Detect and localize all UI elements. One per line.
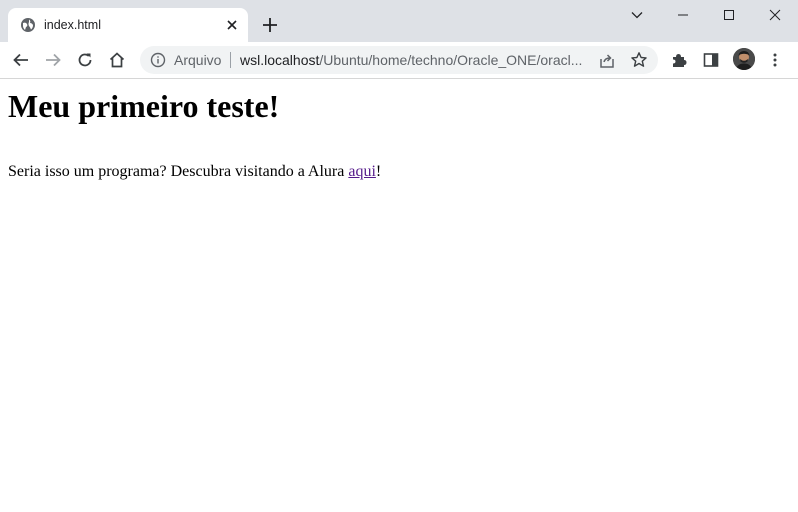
security-label[interactable]: Arquivo — [174, 52, 221, 68]
minimize-button[interactable] — [660, 0, 706, 30]
back-button[interactable] — [11, 50, 31, 70]
chevron-down-icon — [631, 12, 643, 19]
page-paragraph: Seria isso um programa? Descubra visitan… — [8, 163, 381, 181]
menu-button[interactable] — [765, 50, 785, 70]
extensions-button[interactable] — [669, 50, 689, 70]
paragraph-text: Seria isso um programa? Descubra visitan… — [8, 163, 349, 180]
arrow-left-icon — [13, 53, 28, 67]
close-tab-icon[interactable] — [224, 17, 240, 33]
page-heading: Meu primeiro teste! — [8, 88, 280, 124]
tab-search-button[interactable] — [614, 0, 660, 30]
new-tab-icon[interactable] — [260, 15, 280, 35]
tab-strip: index.html — [0, 0, 798, 42]
forward-button[interactable] — [43, 50, 63, 70]
side-panel-icon — [703, 53, 719, 67]
omnibox-divider — [230, 52, 231, 68]
minimize-icon — [678, 14, 688, 16]
tab-title: index.html — [44, 18, 101, 32]
arrow-right-icon — [46, 53, 61, 67]
puzzle-icon — [673, 54, 687, 67]
alura-link[interactable]: aqui — [348, 163, 376, 180]
bookmark-star-icon[interactable] — [630, 51, 648, 69]
info-icon[interactable] — [150, 52, 166, 68]
side-panel-button[interactable] — [701, 50, 721, 70]
reload-button[interactable] — [75, 50, 95, 70]
page-content: Meu primeiro teste! Seria isso um progra… — [0, 79, 798, 512]
browser-toolbar: Arquivo wsl.localhost/Ubuntu/home/techno… — [0, 42, 798, 79]
address-bar[interactable]: Arquivo wsl.localhost/Ubuntu/home/techno… — [140, 46, 658, 74]
share-icon[interactable] — [598, 52, 616, 70]
close-window-button[interactable] — [752, 0, 798, 30]
globe-icon — [21, 18, 35, 32]
maximize-icon — [724, 10, 734, 20]
home-icon — [109, 52, 125, 68]
close-icon — [769, 9, 781, 21]
url-text[interactable]: wsl.localhost/Ubuntu/home/techno/Oracle_… — [240, 52, 586, 68]
tab-index-html[interactable]: index.html — [8, 8, 248, 42]
paragraph-end: ! — [375, 163, 382, 180]
maximize-button[interactable] — [706, 0, 752, 30]
home-button[interactable] — [107, 50, 127, 70]
avatar-icon — [733, 48, 755, 70]
reload-icon — [78, 53, 92, 67]
url-path: /Ubuntu/home/techno/Oracle_ONE/oracl... — [319, 52, 583, 68]
url-host: wsl.localhost — [240, 52, 320, 68]
kebab-menu-icon — [773, 53, 777, 67]
profile-avatar[interactable] — [733, 48, 755, 70]
